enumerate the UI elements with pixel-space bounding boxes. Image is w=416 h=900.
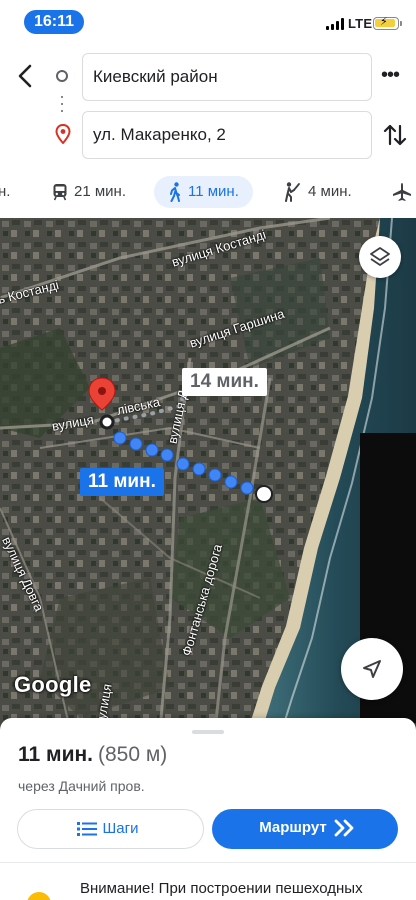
status-bar: 16:11 LTE ⚡ (0, 0, 416, 44)
swap-route-button[interactable] (382, 120, 408, 150)
ride-share-icon (285, 182, 300, 203)
route-label: Маршрут (259, 819, 327, 837)
sheet-divider (0, 862, 416, 863)
train-icon (53, 184, 67, 201)
tab-walking[interactable]: 11 мин. (154, 176, 253, 208)
route-distance: (850 м) (98, 743, 168, 766)
tab-transit[interactable]: 21 мин. (52, 176, 126, 208)
airplane-icon (393, 183, 411, 202)
more-options-icon[interactable]: ••• (381, 65, 407, 85)
battery-tip (400, 21, 402, 26)
start-route-button[interactable]: Маршрут (212, 809, 398, 849)
double-chevron-icon (334, 819, 354, 837)
walk-icon (170, 182, 180, 203)
list-icon (76, 822, 97, 837)
route-connector-icon (61, 96, 63, 114)
swap-icon (383, 124, 407, 146)
origin-circle-icon (56, 70, 68, 82)
map-view[interactable]: вулиця Костанді ь Костанді вулиця Гаршин… (0, 218, 416, 730)
status-time: 16:11 (24, 10, 84, 34)
steps-button[interactable]: Шаги (17, 809, 204, 849)
origin-field[interactable]: Киевский район (82, 53, 372, 101)
layers-button[interactable] (359, 236, 401, 278)
my-location-button[interactable] (341, 638, 403, 700)
signal-icon (326, 18, 344, 30)
selected-route-time[interactable]: 11 мин. (80, 468, 164, 496)
destination-pin-icon (55, 123, 71, 145)
google-logo: Google (14, 672, 92, 697)
travel-mode-tabs: н. 21 мин. 11 мин. 4 мин. (0, 172, 416, 214)
walking-notice: Внимание! При построении пешеходных (80, 880, 363, 897)
route-duration: 11 мин. (18, 743, 93, 766)
network-type: LTE (348, 16, 373, 31)
tab-driving[interactable]: н. (0, 176, 10, 208)
layers-icon (370, 247, 390, 266)
route-start-circle (99, 414, 115, 430)
tab-ride-share[interactable]: 4 мин. (284, 176, 352, 208)
destination-field[interactable]: ул. Макаренко, 2 (82, 111, 372, 159)
alternative-route-time[interactable]: 14 мин. (182, 368, 267, 396)
route-end-circle (255, 485, 273, 503)
battery-icon: ⚡ (373, 16, 399, 30)
tab-flights[interactable] (392, 176, 416, 208)
back-button[interactable] (14, 62, 38, 90)
sheet-drag-handle[interactable] (192, 730, 224, 734)
route-via: через Дачний пров. (18, 778, 145, 794)
back-arrow-icon (18, 64, 32, 88)
navigation-arrow-icon (363, 660, 381, 678)
warning-icon (27, 892, 51, 900)
route-summary-sheet[interactable]: 11 мин. (850 м) через Дачний пров. Шаги … (0, 718, 416, 900)
steps-label: Шаги (102, 820, 139, 838)
